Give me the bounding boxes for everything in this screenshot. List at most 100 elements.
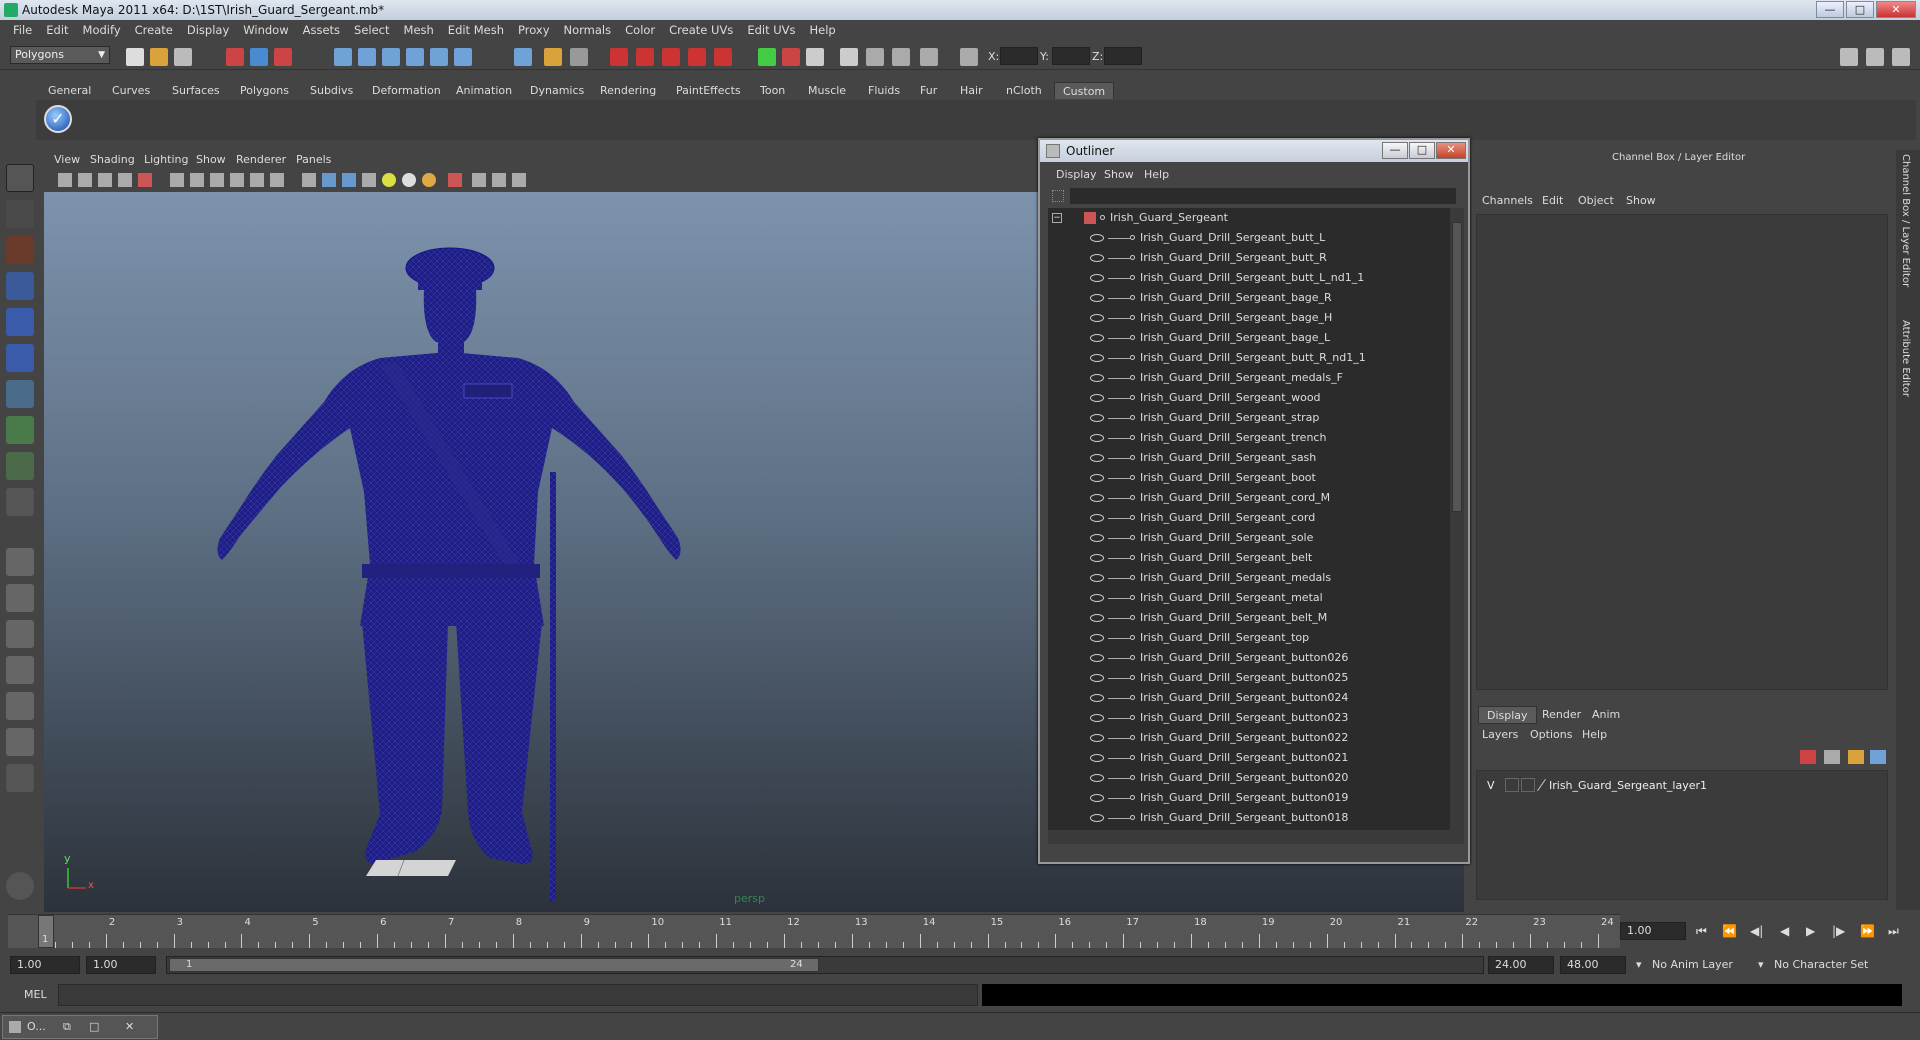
shelf-tab-muscle[interactable]: Muscle (800, 82, 854, 99)
step-back-frame-icon[interactable]: ◀| (1750, 924, 1763, 938)
render-view-icon[interactable] (714, 48, 732, 66)
wireframe-icon[interactable] (302, 173, 316, 187)
outliner-item[interactable]: Irish_Guard_Drill_Sergeant_button020 (1048, 768, 1448, 788)
render-frame-icon[interactable] (610, 48, 628, 66)
outliner-item[interactable]: Irish_Guard_Drill_Sergeant_belt (1048, 548, 1448, 568)
outliner-item[interactable]: Irish_Guard_Drill_Sergeant_bage_L (1048, 328, 1448, 348)
paint-select-tool-icon[interactable] (6, 236, 34, 264)
viewport-menu-lighting[interactable]: Lighting (144, 153, 188, 166)
outliner-item[interactable]: Irish_Guard_Drill_Sergeant_button019 (1048, 788, 1448, 808)
new-scene-icon[interactable] (126, 48, 144, 66)
history-icon[interactable] (570, 48, 588, 66)
show-manip-icon[interactable] (6, 452, 34, 480)
open-scene-icon[interactable] (150, 48, 168, 66)
layer-menu-help[interactable]: Help (1582, 728, 1607, 741)
last-tool-icon[interactable] (6, 488, 34, 516)
layer-color-swatch[interactable] (1521, 778, 1535, 792)
snap-curve-icon[interactable] (358, 48, 376, 66)
new-layer-selected-icon[interactable] (1848, 750, 1864, 764)
shelf-tab-painteffects[interactable]: PaintEffects (668, 82, 749, 99)
shelf-tab-deformation[interactable]: Deformation (364, 82, 449, 99)
layer-template-toggle[interactable] (1505, 778, 1519, 792)
menu-create[interactable]: Create (128, 23, 180, 37)
snap-grid-icon[interactable] (334, 48, 352, 66)
all-lights-icon[interactable] (402, 173, 416, 187)
add-to-layer-icon[interactable] (1870, 750, 1886, 764)
layer-tab-render[interactable]: Render (1534, 706, 1589, 724)
outliner-item[interactable]: Irish_Guard_Drill_Sergeant_strap (1048, 408, 1448, 428)
restore-icon[interactable]: ⧉ (63, 1016, 71, 1038)
outliner-item[interactable]: Irish_Guard_Drill_Sergeant_wood (1048, 388, 1448, 408)
shelf-tab-animation[interactable]: Animation (448, 82, 520, 99)
shelf-tab-general[interactable]: General (40, 82, 99, 99)
outliner-vscroll-thumb[interactable] (1452, 222, 1462, 512)
outliner-hscroll[interactable] (1048, 830, 1464, 844)
channel-box-toggle-icon[interactable] (866, 48, 884, 66)
chevron-down-icon[interactable]: ▾ (1636, 956, 1642, 974)
field-chart-icon[interactable] (230, 173, 244, 187)
checkmark-icon[interactable]: ✓ (44, 105, 72, 133)
outliner-item[interactable]: Irish_Guard_Drill_Sergeant_sole (1048, 528, 1448, 548)
playback-end-field[interactable]: 24.00 (1488, 956, 1554, 974)
outliner-maximize-button[interactable]: □ (1409, 142, 1435, 159)
outliner-minimize-button[interactable]: — (1382, 142, 1408, 159)
outliner-menu-display[interactable]: Display (1056, 168, 1097, 181)
snap-live-icon[interactable] (454, 48, 472, 66)
new-empty-layer-icon[interactable] (1824, 750, 1840, 764)
relative-transform-icon[interactable] (782, 48, 800, 66)
outliner-item[interactable]: Irish_Guard_Drill_Sergeant_top (1048, 628, 1448, 648)
outliner-graph-layout-icon[interactable] (6, 692, 34, 720)
hypershade-layout-icon[interactable] (6, 728, 34, 756)
menu-display[interactable]: Display (180, 23, 236, 37)
safe-action-icon[interactable] (250, 173, 264, 187)
move-layer-up-icon[interactable] (1800, 750, 1816, 764)
render-settings-icon[interactable] (662, 48, 680, 66)
attribute-editor-toggle-icon[interactable] (806, 48, 824, 66)
viewport-menu-renderer[interactable]: Renderer (236, 153, 286, 166)
scale-tool-icon[interactable] (6, 344, 34, 372)
snap-surface-icon[interactable] (430, 48, 448, 66)
graph-persp-layout-icon[interactable] (6, 656, 34, 684)
menu-assets[interactable]: Assets (296, 23, 347, 37)
step-back-key-icon[interactable]: ⏪ (1722, 924, 1737, 938)
layout-icon-3[interactable] (1892, 48, 1910, 66)
outliner-item[interactable]: Irish_Guard_Drill_Sergeant_button018 (1048, 808, 1448, 828)
viewport-menu-shading[interactable]: Shading (90, 153, 135, 166)
y-coord-field[interactable] (1052, 47, 1090, 65)
outliner-item[interactable]: Irish_Guard_Drill_Sergeant_butt_L (1048, 228, 1448, 248)
menu-set-dropdown[interactable]: Polygons ▼ (10, 46, 110, 64)
help-icon[interactable] (514, 48, 532, 66)
shelf-tab-custom[interactable]: Custom (1054, 82, 1115, 99)
outliner-item[interactable]: Irish_Guard_Drill_Sergeant_bage_H (1048, 308, 1448, 328)
layer-editor-toggle-icon[interactable] (892, 48, 910, 66)
menu-proxy[interactable]: Proxy (511, 23, 557, 37)
go-to-end-icon[interactable]: ⏭ (1888, 924, 1899, 939)
cb-menu-object[interactable]: Object (1578, 194, 1614, 207)
select-tool-icon[interactable] (6, 164, 34, 192)
range-slider-track[interactable]: 1 24 (166, 956, 1484, 974)
camera-icon[interactable] (58, 173, 72, 187)
wireframe-on-shaded-icon[interactable] (342, 173, 356, 187)
modeling-toolkit-icon[interactable] (920, 48, 938, 66)
input-line-icon[interactable] (758, 48, 776, 66)
step-forward-key-icon[interactable]: ⏩ (1860, 924, 1875, 938)
range-slider-thumb[interactable]: 1 24 (169, 958, 819, 972)
outliner-close-button[interactable]: ✕ (1436, 142, 1466, 159)
viewport-menu-show[interactable]: Show (196, 153, 226, 166)
layout-icon-2[interactable] (1866, 48, 1884, 66)
select-object-icon[interactable] (250, 48, 268, 66)
bookmark-icon[interactable] (98, 173, 112, 187)
outliner-item[interactable]: Irish_Guard_Drill_Sergeant_button021 (1048, 748, 1448, 768)
maximize-icon[interactable]: □ (89, 1016, 99, 1038)
menu-color[interactable]: Color (618, 23, 662, 37)
outliner-filter-field[interactable] (1070, 188, 1456, 204)
current-time-marker[interactable]: 1 (38, 915, 54, 948)
grid-icon[interactable] (138, 173, 152, 187)
single-pane-layout-icon[interactable] (6, 548, 34, 576)
outliner-item[interactable]: Irish_Guard_Drill_Sergeant_button026 (1048, 648, 1448, 668)
select-hierarchy-icon[interactable] (226, 48, 244, 66)
layout-icon-1[interactable] (1840, 48, 1858, 66)
textured-icon[interactable] (362, 173, 376, 187)
ipr-render-icon[interactable] (636, 48, 654, 66)
layer-tab-display[interactable]: Display (1478, 706, 1537, 724)
